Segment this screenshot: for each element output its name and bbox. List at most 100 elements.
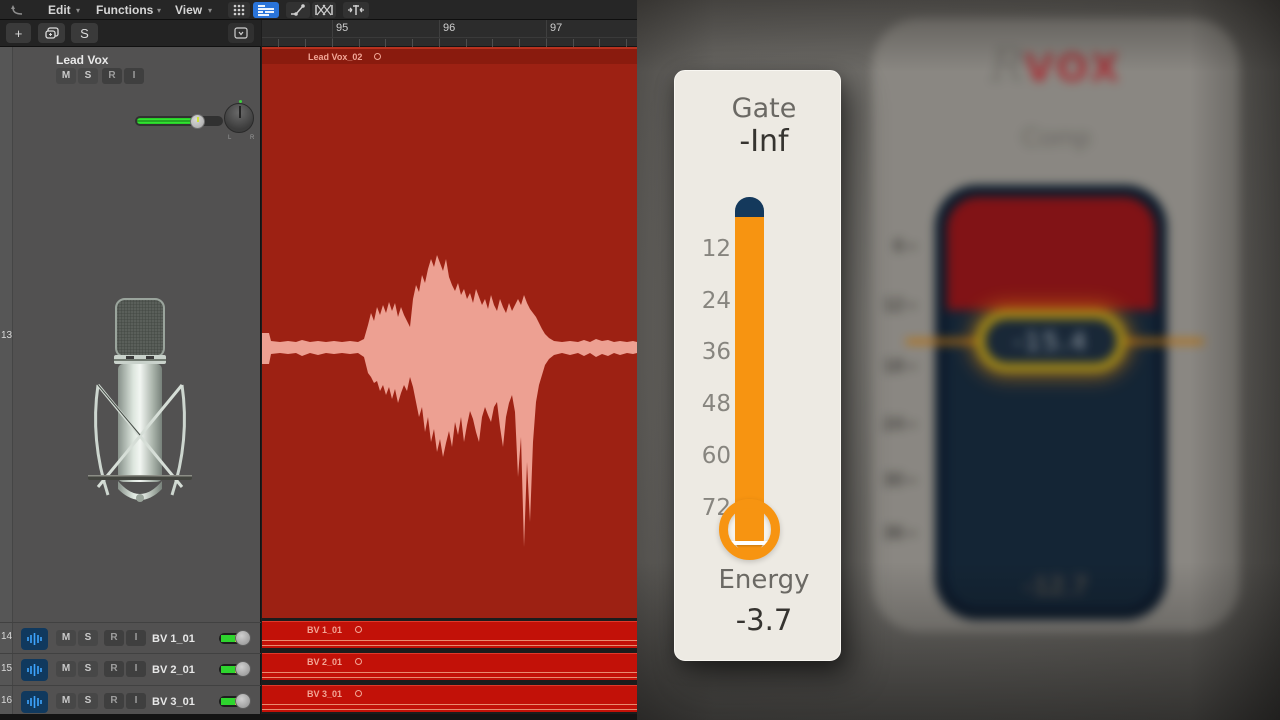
timeline-ruler[interactable]: 95 96 97 [262,20,637,47]
editor-toolbar: + S [0,20,261,47]
bv-region[interactable]: BV 2_01 [262,653,637,680]
audio-waveform-icon [27,664,42,676]
solo-mode-label: S [80,25,89,41]
track-list-icon [258,4,274,16]
comp-scale-label: 12 [882,295,916,317]
ruler-tick [438,39,440,47]
toggle-knob [235,630,251,646]
flex-button[interactable] [343,2,369,18]
volume-slider[interactable] [135,116,223,126]
view-options-button[interactable] [228,23,254,43]
lead-vox-region[interactable]: Lead Vox_02 [262,47,637,618]
track-row[interactable]: M S R I BV 3_01 [0,685,261,716]
region-circle-icon[interactable] [374,53,381,60]
bv-region[interactable]: BV 1_01 [262,621,637,648]
record-button[interactable]: R [102,68,122,84]
menu-view[interactable]: View [175,0,202,20]
rvox-logo: RVOX [872,38,1240,92]
rvox-logo-vox: VOX [1024,46,1123,90]
solo-button[interactable]: S [78,661,98,677]
menu-edit[interactable]: Edit [48,0,71,20]
record-button[interactable]: R [104,693,124,709]
record-button[interactable]: R [104,661,124,677]
input-monitor-button[interactable]: I [124,68,144,84]
toggle-green [221,666,235,673]
comp-scale-label: 18 [882,356,916,378]
record-button[interactable]: R [104,630,124,646]
bottom-strip [0,714,637,720]
waveform-baseline [262,704,637,705]
region-label: Lead Vox_02 [308,52,363,62]
solo-button[interactable]: S [78,630,98,646]
audio-track-button[interactable] [21,691,48,713]
mute-button[interactable]: M [56,68,76,84]
crossfade-button[interactable] [312,2,336,18]
toggle-green [221,698,235,705]
region-circle-icon[interactable] [355,690,362,697]
region-circle-icon[interactable] [355,626,362,633]
bar-number: 95 [336,22,349,34]
solo-button[interactable]: S [78,68,98,84]
input-monitor-button[interactable]: I [126,693,146,709]
comp-threshold-handle[interactable]: -15.4 [976,310,1126,372]
grid-view-button[interactable] [228,2,250,18]
toggle-green [221,635,235,642]
undo-back-icon[interactable] [10,4,24,16]
input-monitor-button[interactable]: I [126,661,146,677]
gate-plugin-panel: Gate -Inf 12 24 36 48 60 72 Energy -3.7 [674,70,841,661]
plugin-area: RVOX Comp 6 12 18 24 30 36 -15.4 -12.7 G… [637,0,1280,720]
automation-button[interactable] [286,2,310,18]
solo-mode-button[interactable]: S [71,23,98,43]
ruler-tick [385,39,387,47]
mute-button[interactable]: M [56,693,76,709]
audio-track-button[interactable] [21,659,48,681]
track-row[interactable]: M S R I BV 1_01 [0,622,261,653]
pan-knob[interactable] [224,100,254,133]
crossfade-icon [315,4,333,16]
track-number-strip: 13 14 15 16 [0,47,13,720]
region-label: BV 2_01 [307,657,343,667]
waveform-baseline [262,640,637,641]
track-on-toggle[interactable] [219,693,251,709]
ruler-tick [572,39,574,47]
audio-track-button[interactable] [21,628,48,650]
solo-button[interactable]: S [78,693,98,709]
gate-scale-label: 36 [701,339,731,365]
track-name[interactable]: BV 3_01 [152,696,195,708]
waveform-baseline [262,645,637,646]
region-title-bar[interactable]: Lead Vox_02 [262,49,637,64]
add-button[interactable]: + [6,23,31,43]
lead-track-name[interactable]: Lead Vox [56,53,108,67]
take-folder-button[interactable] [38,23,65,43]
microphone-image [88,298,192,502]
gate-title: Gate [731,93,797,124]
track-on-toggle[interactable] [219,630,251,646]
bv-region[interactable]: BV 3_01 [262,685,637,712]
track-row[interactable]: M S R I BV 2_01 [0,653,261,684]
pan-pointer [239,106,241,118]
mute-button[interactable]: M [56,661,76,677]
chevron-down-icon: ▾ [208,6,213,15]
editor-menubar: Edit ▾ Functions ▾ View ▾ [0,0,637,20]
comp-scale-label: 6 [882,236,916,258]
toggle-knob [235,661,251,677]
tracks-view-button[interactable] [253,2,279,18]
track-header-pane: 13 14 15 16 Lead Vox M S R I L R M S R I… [0,47,261,720]
region-circle-icon[interactable] [355,658,362,665]
daw-window: Edit ▾ Functions ▾ View ▾ + S 13 14 15 1… [0,0,637,720]
track-on-toggle[interactable] [219,661,251,677]
menu-functions[interactable]: Functions [96,0,153,20]
ruler-tick [519,39,520,47]
screen: Edit ▾ Functions ▾ View ▾ + S 13 14 15 1… [0,0,1280,720]
track-name[interactable]: BV 2_01 [152,664,195,676]
comp-gain-value: -12.7 [1024,570,1088,601]
gate-meter-cap [735,197,764,217]
volume-knob[interactable] [190,114,205,129]
rvox-logo-r: R [989,38,1025,92]
bar-number: 96 [443,22,456,34]
track-name[interactable]: BV 1_01 [152,633,195,645]
gate-threshold-handle[interactable] [719,499,780,560]
mute-button[interactable]: M [56,630,76,646]
automation-curve-icon [291,4,305,16]
input-monitor-button[interactable]: I [126,630,146,646]
